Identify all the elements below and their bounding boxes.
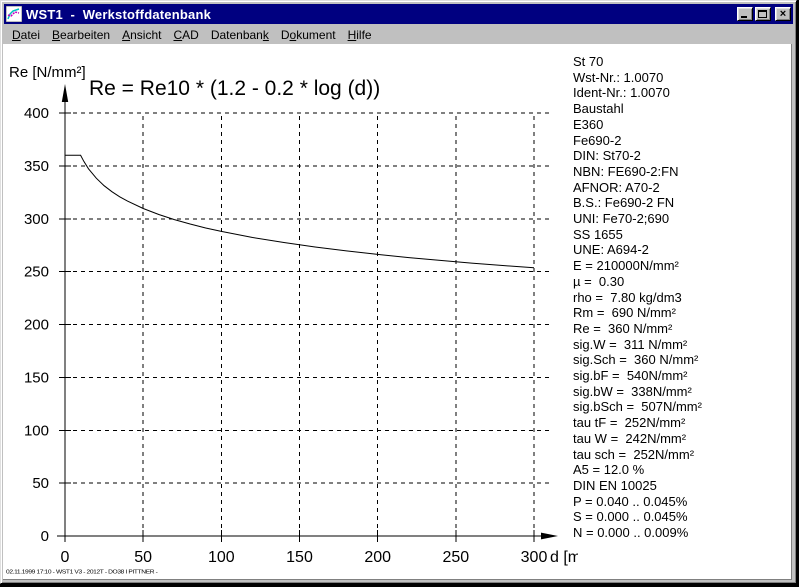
x-tick-label: 250 [442,549,469,566]
property-line: Ident-Nr.: 1.0070 [573,85,702,101]
property-line: Baustahl [573,101,702,117]
window-title: WST1 - Werkstoffdatenbank [26,7,737,22]
property-line: NBN: FE690-2:FN [573,164,702,180]
property-line: P = 0.040 .. 0.045% [573,494,702,510]
content-area: 0 50 100 150 200 250 300 350 400 0 50 100 150 200 250 3… [3,44,792,580]
property-line: B.S.: Fe690-2 FN [573,195,702,211]
property-line: tau tF = 252N/mm² [573,415,702,431]
property-line: St 70 [573,54,702,70]
menu-item-dokument[interactable]: Dokument [275,26,342,44]
chart-formula-title: Re = Re10 * (1.2 - 0.2 * log (d)) [89,77,380,101]
y-tick-label: 0 [41,528,49,545]
minimize-icon [741,16,747,18]
x-tick-label: 50 [134,549,152,566]
close-button[interactable]: × [775,7,791,21]
chart-canvas: 0 50 100 150 200 250 300 350 400 0 50 100 150 200 250 3… [3,44,578,580]
app-window: WST1 - Werkstoffdatenbank × DateiBearbei… [0,0,797,584]
property-line: Fe690-2 [573,133,702,149]
y-tick-label: 150 [24,369,49,386]
minimize-button[interactable] [737,7,753,21]
property-line: tau W = 242N/mm² [573,431,702,447]
property-line: N = 0.000 .. 0.009% [573,525,702,541]
property-line: µ = 0.30 [573,274,702,290]
y-tick-label: 200 [24,317,49,334]
menu-bar: DateiBearbeitenAnsichtCADDatenbankDokume… [4,25,793,44]
menu-item-datenbank[interactable]: Datenbank [205,26,275,44]
x-tick-label: 0 [61,549,70,566]
property-line: sig.bF = 540N/mm² [573,368,702,384]
maximize-button[interactable] [755,7,771,21]
menu-item-ansicht[interactable]: Ansicht [116,26,167,44]
property-line: tau sch = 252N/mm² [573,447,702,463]
chart-y-axis-label: Re [N/mm²] [9,64,86,81]
menu-item-bearbeiten[interactable]: Bearbeiten [46,26,116,44]
property-line: Re = 360 N/mm² [573,321,702,337]
property-line: DIN: St70-2 [573,148,702,164]
y-axis-arrow-icon [62,84,68,102]
property-line: UNE: A694-2 [573,242,702,258]
property-line: S = 0.000 .. 0.045% [573,509,702,525]
property-line: rho = 7.80 kg/dm3 [573,290,702,306]
title-bar: WST1 - Werkstoffdatenbank × [4,4,793,24]
x-tick-label: 150 [286,549,313,566]
property-line: sig.Sch = 360 N/mm² [573,352,702,368]
menu-item-datei[interactable]: Datei [6,26,46,44]
x-tick-label: 300 [521,549,548,566]
close-icon: × [776,7,790,21]
property-line: UNI: Fe70-2;690 [573,211,702,227]
y-tick-label: 350 [24,158,49,175]
property-line: A5 = 12.0 % [573,462,702,478]
property-line: sig.bSch = 507N/mm² [573,399,702,415]
property-line: Rm = 690 N/mm² [573,305,702,321]
property-line: SS 1655 [573,227,702,243]
menu-item-hilfe[interactable]: Hilfe [342,26,378,44]
x-axis-arrow-icon [541,533,558,540]
property-line: E360 [573,117,702,133]
status-line: 02.11.1999 17:10 - WST1 V3 - 2012T - DO3… [6,569,157,575]
y-tick-label: 100 [24,422,49,439]
property-line: AFNOR: A70-2 [573,180,702,196]
menu-item-cad[interactable]: CAD [167,26,204,44]
property-line: Wst-Nr.: 1.0070 [573,70,702,86]
material-properties-panel: St 70Wst-Nr.: 1.0070Ident-Nr.: 1.0070Bau… [573,54,702,541]
property-line: E = 210000N/mm² [573,258,702,274]
y-tick-label: 50 [32,475,49,492]
app-chart-icon [6,6,22,22]
y-tick-label: 400 [24,105,49,122]
property-line: sig.W = 311 N/mm² [573,337,702,353]
x-tick-label: 200 [364,549,391,566]
y-tick-label: 300 [24,211,49,228]
property-line: DIN EN 10025 [573,478,702,494]
y-tick-label: 250 [24,264,49,281]
maximize-icon [758,10,767,18]
x-tick-label: 100 [208,549,235,566]
chart-x-axis-label: d [mm] [550,549,578,566]
property-line: sig.bW = 338N/mm² [573,384,702,400]
